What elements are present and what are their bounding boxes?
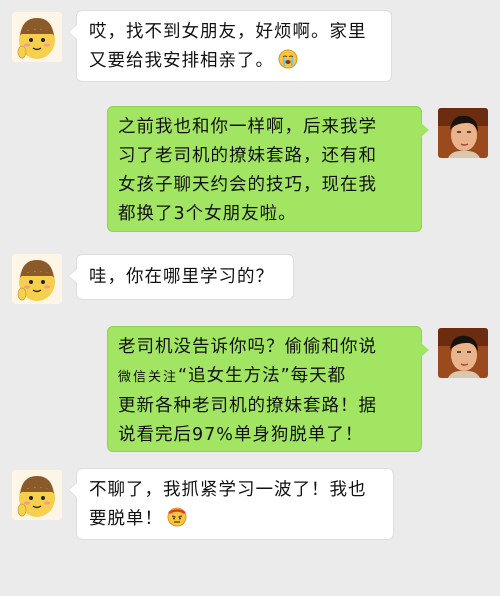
message-text-line: 哎，找不到女朋友，好烦啊。家里 [89,22,367,42]
wechat-follow-label: 微信关注 [118,370,179,385]
determined-face-emoji [167,507,187,527]
received-message-bubble[interactable]: 哎，找不到女朋友，好烦啊。家里 又要给我安排相亲了。 [68,10,392,82]
message-row: 哎，找不到女朋友，好烦啊。家里 又要给我安排相亲了。 [0,8,500,88]
message-text-line: 不聊了，我抓紧学习一波了！我也 [89,480,367,500]
received-message-bubble[interactable]: 不聊了，我抓紧学习一波了！我也 要脱单！ [68,468,394,540]
message-text-line: 之前我也和你一样啊，后来我学 [118,117,377,137]
sent-message-bubble[interactable]: 之前我也和你一样啊，后来我学 习了老司机的撩妹套路，还有和 女孩子聊天约会的技巧… [107,106,429,232]
cartoon-girl-avatar[interactable] [12,254,62,304]
message-text-line: 哇，你在哪里学习的？ [89,267,274,287]
message-text-line: 更新各种老司机的撩妹套路！据 [118,396,377,416]
man-photo-avatar[interactable] [438,328,488,378]
message-text-line: 老司机没告诉你吗？偷偷和你说 [118,337,377,357]
bubble-tail [421,343,429,357]
bubble-tail [68,24,77,40]
message-text-line: 女孩子聊天约会的技巧，现在我 [118,175,377,195]
bubble-tail [421,123,429,137]
message-text-line: 习了老司机的撩妹套路，还有和 [118,146,377,166]
crying-face-emoji [278,49,298,69]
message-text-line: 要脱单！ [89,509,163,529]
message-row: 老司机没告诉你吗？偷偷和你说 微信关注“追女生方法”每天都 更新各种老司机的撩妹… [0,324,500,454]
man-photo-avatar[interactable] [438,108,488,158]
cartoon-girl-avatar[interactable] [12,12,62,62]
bubble-tail [68,482,77,498]
bubble-tail [68,268,77,284]
message-text-line: 说看完后97%单身狗脱单了！ [118,425,364,445]
message-text-line: “追女生方法”每天都 [178,366,347,386]
message-row: 不聊了，我抓紧学习一波了！我也 要脱单！ [0,466,500,546]
received-message-bubble[interactable]: 哇，你在哪里学习的？ [68,254,294,300]
message-row: 之前我也和你一样啊，后来我学 习了老司机的撩妹套路，还有和 女孩子聊天约会的技巧… [0,104,500,234]
message-row: 哇，你在哪里学习的？ [0,250,500,310]
cartoon-girl-avatar[interactable] [12,470,62,520]
sent-message-bubble[interactable]: 老司机没告诉你吗？偷偷和你说 微信关注“追女生方法”每天都 更新各种老司机的撩妹… [107,326,429,452]
message-text-line: 都换了3个女朋友啦。 [118,204,297,224]
message-text-line: 又要给我安排相亲了。 [89,51,274,71]
